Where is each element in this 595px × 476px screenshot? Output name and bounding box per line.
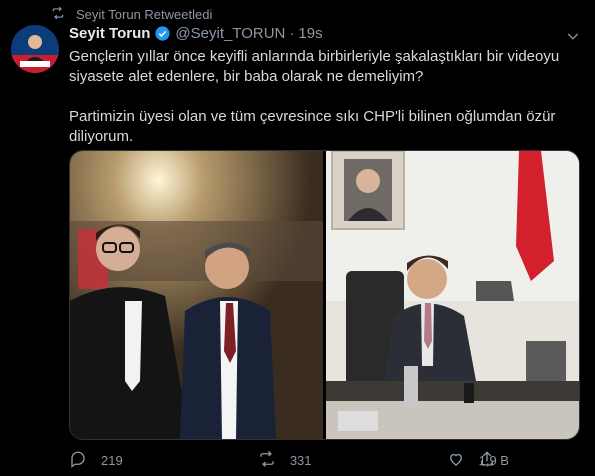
media-photo-left[interactable] — [70, 151, 323, 439]
tweet-media[interactable] — [69, 150, 580, 440]
tweet-text: Gençlerin yıllar önce keyifli anlarında … — [69, 47, 569, 147]
share-button[interactable] — [478, 450, 496, 473]
retweet-action-icon — [258, 450, 276, 471]
reply-button[interactable]: 219 — [69, 450, 123, 471]
retweet-button[interactable]: 331 — [258, 450, 312, 471]
share-icon — [478, 451, 496, 472]
tweet[interactable]: Seyit Torun Retweetledi Seyit Torun @Sey… — [0, 0, 595, 476]
retweet-label: Seyit Torun Retweetledi — [76, 7, 213, 22]
tweet-header: Seyit Torun @Seyit_TORUN · 19s — [69, 25, 323, 42]
heart-icon — [447, 450, 465, 471]
retweet-context[interactable]: Seyit Torun Retweetledi — [50, 6, 212, 23]
tweet-paragraph-1: Gençlerin yıllar önce keyifli anlarında … — [69, 48, 560, 85]
author-handle[interactable]: @Seyit_TORUN — [175, 25, 285, 42]
author-name[interactable]: Seyit Torun — [69, 25, 150, 42]
avatar[interactable] — [11, 25, 59, 73]
separator-dot: · — [289, 25, 295, 42]
tweet-actions: 219 331 1,9 B — [69, 450, 509, 471]
reply-count: 219 — [101, 453, 123, 468]
tweet-time[interactable]: 19s — [298, 25, 322, 42]
verified-badge-icon — [154, 25, 171, 42]
reply-icon — [69, 450, 87, 471]
more-options-chevron-icon[interactable] — [565, 28, 581, 49]
tweet-paragraph-2: Partimizin üyesi olan ve tüm çevresince … — [69, 108, 556, 145]
media-photo-right[interactable] — [326, 151, 579, 439]
retweet-icon — [50, 6, 76, 23]
retweet-count: 331 — [289, 453, 312, 468]
